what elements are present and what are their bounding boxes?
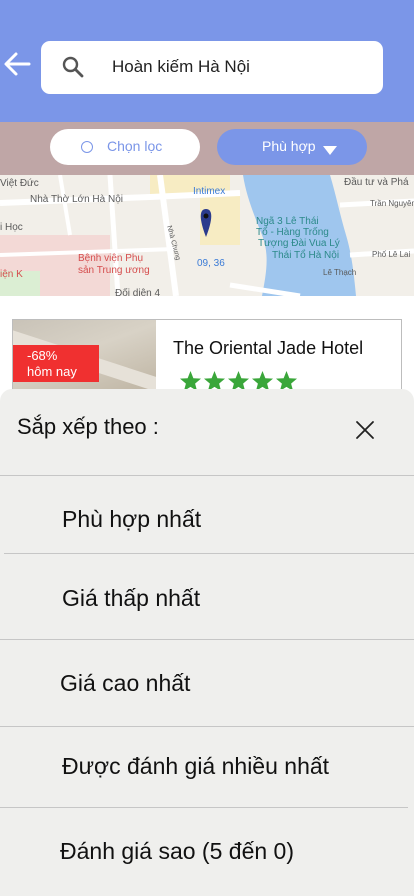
sort-option-price-low[interactable]: Giá thấp nhất: [62, 585, 200, 612]
sort-option-relevance[interactable]: Phù hợp nhất: [62, 506, 201, 533]
divider: [0, 475, 414, 476]
divider: [4, 553, 414, 554]
sort-option-star-rating[interactable]: Đánh giá sao (5 đến 0): [60, 838, 294, 865]
divider: [0, 639, 414, 640]
sort-option-price-high[interactable]: Giá cao nhất: [60, 670, 190, 697]
divider: [0, 807, 408, 808]
divider: [0, 726, 414, 727]
close-icon[interactable]: [352, 417, 378, 443]
sort-option-most-reviewed[interactable]: Được đánh giá nhiều nhất: [62, 753, 329, 780]
sort-overlay: Sắp xếp theo : Phù hợp nhất Giá thấp nhấ…: [0, 0, 414, 896]
sort-sheet-title: Sắp xếp theo :: [17, 414, 159, 439]
sort-sheet: Sắp xếp theo : Phù hợp nhất Giá thấp nhấ…: [0, 389, 414, 896]
